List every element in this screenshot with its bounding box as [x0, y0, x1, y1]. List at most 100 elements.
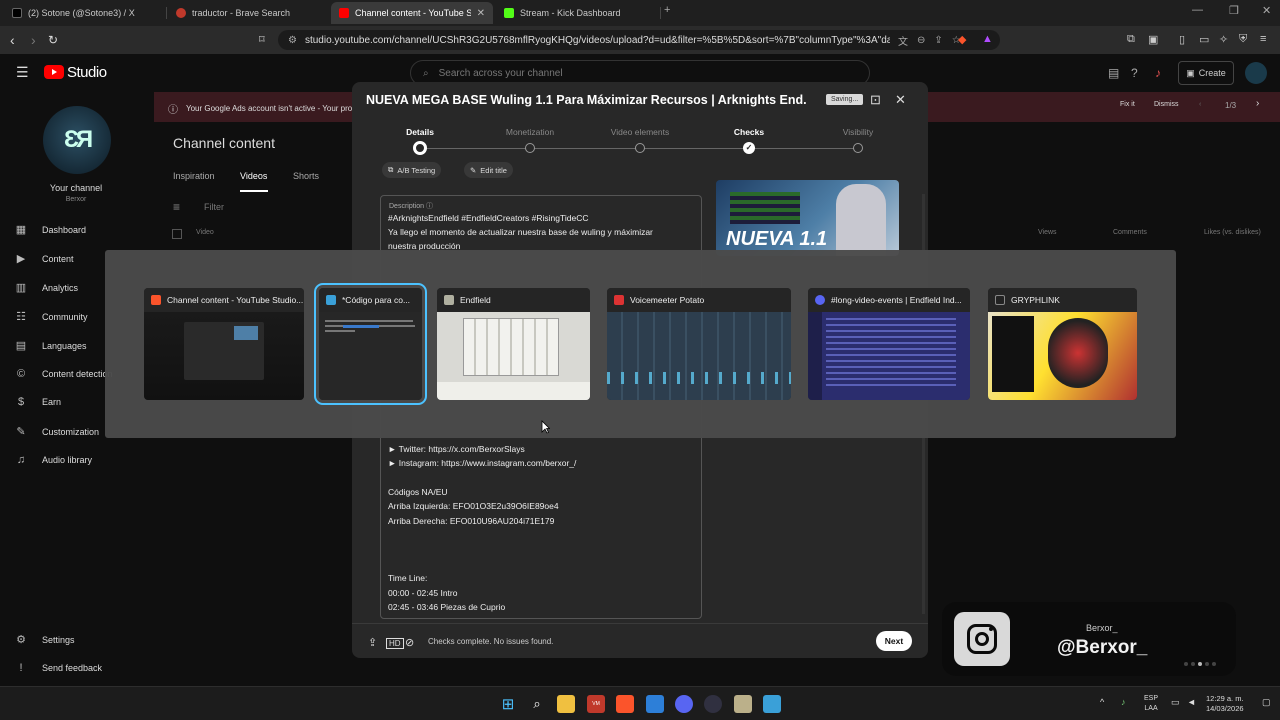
switcher-window-voicemeeter[interactable]: Voicemeeter Potato	[607, 288, 791, 400]
mail-icon[interactable]	[646, 695, 664, 713]
checks-icon[interactable]: ⊘	[405, 636, 414, 649]
switcher-window-endfield[interactable]: Endfield	[437, 288, 590, 400]
step-checks[interactable]: Checks	[704, 127, 794, 137]
reload-icon[interactable]: ↻	[48, 33, 58, 47]
brave-taskbar-icon[interactable]	[616, 695, 634, 713]
sidebar-item-earn[interactable]: $ Earn	[14, 396, 61, 408]
next-icon[interactable]: ›	[1256, 98, 1259, 109]
channel-avatar[interactable]: ƐЯ	[43, 106, 111, 174]
sidebar-item-send-feedback[interactable]: ! Send feedback	[14, 662, 102, 674]
column-header[interactable]: Video	[196, 229, 214, 236]
sidebar-item-community[interactable]: ☷ Community	[14, 310, 87, 323]
switcher-window-discord[interactable]: #long-video-events | Endfield Ind...	[808, 288, 970, 400]
microphone-icon[interactable]: ♪	[1121, 697, 1126, 707]
tab-inspiration[interactable]: Inspiration	[173, 171, 215, 181]
switcher-window-gryphlink[interactable]: GRYPHLINK	[988, 288, 1137, 400]
system-clock[interactable]: 12:29 a. m. 14/03/2026	[1206, 694, 1244, 714]
sidebar-toggle-icon[interactable]: ▯	[1179, 33, 1185, 46]
brave-shields-icon[interactable]: ◆	[958, 33, 966, 46]
sidebar-item-content[interactable]: ▶ Content	[14, 252, 74, 265]
upload-icon[interactable]: ⇪	[368, 636, 377, 649]
bookmark-icon[interactable]: ⌑	[259, 33, 265, 46]
close-icon[interactable]: ✕	[895, 92, 906, 108]
notifications-icon[interactable]: ♪	[1155, 66, 1161, 80]
restore-icon[interactable]: ❐	[1229, 4, 1239, 17]
voicemeeter-taskbar-icon[interactable]: VM	[587, 695, 605, 713]
file-explorer-icon[interactable]	[557, 695, 575, 713]
switcher-window-youtube-studio[interactable]: Channel content - YouTube Studio...	[144, 288, 304, 400]
ab-testing-button[interactable]: ⧉ A/B Testing	[382, 162, 442, 178]
step-visibility[interactable]: Visibility	[813, 127, 903, 137]
reader-mode-icon[interactable]: ▣	[1148, 33, 1158, 46]
browser-tab-kick[interactable]: Stream - Kick Dashboard	[496, 2, 658, 24]
hd-icon[interactable]: HD	[386, 638, 404, 649]
step-monetization[interactable]: Monetization	[485, 127, 575, 137]
sidebar-item-audio-library[interactable]: ♫ Audio library	[14, 454, 92, 466]
address-bar[interactable]: ⚙ studio.youtube.com/channel/UCShR3G2U57…	[278, 30, 1000, 50]
next-button[interactable]: Next	[876, 631, 912, 651]
leo-ai-icon[interactable]: ✧	[1219, 33, 1228, 46]
new-tab-icon[interactable]: +	[664, 4, 670, 16]
zoom-icon[interactable]: ⊖	[917, 35, 925, 46]
endfield-taskbar-icon[interactable]	[734, 695, 752, 713]
account-avatar[interactable]	[1245, 62, 1267, 84]
feedback-icon[interactable]: ⊡	[870, 92, 881, 108]
site-settings-icon[interactable]: ⚙	[288, 35, 297, 46]
browser-tab-x[interactable]: (2) Sotone (@Sotone3) / X	[4, 2, 162, 24]
search-icon[interactable]: ⌕	[528, 695, 546, 713]
edit-title-button[interactable]: ✎ Edit title	[464, 162, 513, 178]
filter-input[interactable]: Filter	[204, 202, 224, 212]
tab-videos[interactable]: Videos	[240, 171, 267, 181]
prev-icon[interactable]: ‹	[1199, 101, 1201, 108]
dismiss-button[interactable]: Dismiss	[1154, 101, 1179, 108]
close-window-icon[interactable]: ✕	[1262, 4, 1271, 17]
switcher-window-notepad[interactable]: *Código para co...	[314, 283, 427, 405]
select-all-checkbox[interactable]	[172, 229, 182, 239]
browser-tab-brave-search[interactable]: traductor - Brave Search	[168, 2, 328, 24]
browser-tab-youtube-studio[interactable]: Channel content - YouTube Studio ✕	[331, 2, 493, 24]
wallet-icon[interactable]: ▭	[1199, 33, 1209, 46]
obs-icon[interactable]	[704, 695, 722, 713]
menu-icon[interactable]: ≡	[1260, 33, 1266, 45]
minimize-icon[interactable]: —	[1192, 4, 1203, 16]
sidebar-item-customization[interactable]: ✎ Customization	[14, 425, 99, 438]
sidebar-item-analytics[interactable]: ▥ Analytics	[14, 281, 78, 294]
back-icon[interactable]: ‹	[10, 32, 15, 48]
sidebar-item-dashboard[interactable]: ▦ Dashboard	[14, 223, 86, 236]
youtube-logo-icon[interactable]	[44, 65, 64, 79]
translate-icon[interactable]: 文	[898, 33, 908, 48]
create-button[interactable]: ▣ Create	[1178, 61, 1234, 85]
column-header[interactable]: Views	[1038, 229, 1057, 236]
start-icon[interactable]: ⊞	[499, 695, 517, 713]
tray-overflow-icon[interactable]: ^	[1100, 697, 1104, 707]
network-icon[interactable]: ▭	[1171, 697, 1180, 708]
fix-it-button[interactable]: Fix it	[1120, 101, 1135, 108]
video-thumbnail[interactable]: NUEVA 1.1	[716, 180, 899, 256]
brave-rewards-icon[interactable]: ▲	[982, 33, 993, 45]
step-details[interactable]: Details	[375, 127, 465, 137]
notifications-icon[interactable]: ▢	[1262, 697, 1271, 708]
messages-icon[interactable]: ▤	[1108, 66, 1119, 80]
sidebar-item-languages[interactable]: ▤ Languages	[14, 339, 87, 352]
vpn-icon[interactable]: ⛨	[1239, 33, 1247, 46]
share-icon[interactable]: ⇪	[934, 35, 942, 46]
forward-icon[interactable]: ›	[31, 32, 36, 48]
column-header[interactable]: Comments	[1113, 229, 1147, 236]
studio-logo-text[interactable]: Studio	[67, 64, 107, 81]
filter-icon[interactable]: ≡	[173, 200, 180, 214]
sidebar-item-content-detection[interactable]: © Content detection	[14, 368, 113, 380]
pencil-icon: ✎	[470, 165, 477, 175]
close-tab-icon[interactable]: ✕	[477, 8, 485, 19]
step-video-elements[interactable]: Video elements	[595, 127, 685, 137]
discord-taskbar-icon[interactable]	[675, 695, 693, 713]
tab-shorts[interactable]: Shorts	[293, 171, 319, 181]
hamburger-menu-icon[interactable]: ☰	[16, 64, 29, 81]
settings-icon: ⚙	[16, 634, 26, 646]
sidebar-item-settings[interactable]: ⚙ Settings	[14, 633, 74, 646]
volume-icon[interactable]: ◄	[1187, 697, 1196, 707]
column-header[interactable]: Likes (vs. dislikes)	[1204, 229, 1261, 236]
notepad-taskbar-icon[interactable]	[763, 695, 781, 713]
extensions-icon[interactable]: ⧉	[1127, 33, 1135, 46]
keyboard-language[interactable]: ESP LAA	[1144, 694, 1158, 714]
help-icon[interactable]: ?	[1131, 66, 1138, 80]
